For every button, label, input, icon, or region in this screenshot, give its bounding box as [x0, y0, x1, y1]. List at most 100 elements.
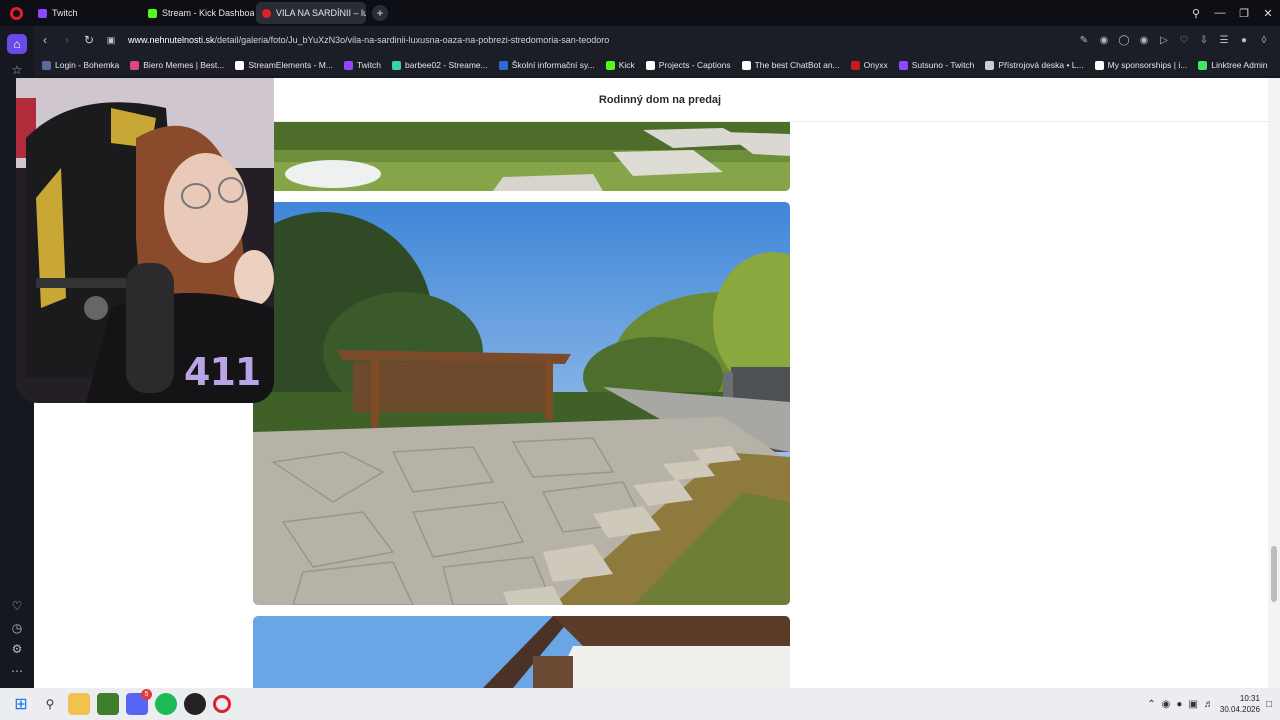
maximize-button[interactable]: ❐ — [1232, 7, 1256, 20]
share-icon[interactable]: ✎ — [1074, 35, 1094, 46]
windows-start-icon[interactable]: ⊞ — [10, 693, 32, 715]
profile-icon[interactable]: ● — [1234, 35, 1254, 46]
lock-icon[interactable]: ▣ — [100, 35, 122, 46]
forward-icon[interactable]: › — [56, 33, 78, 47]
system-tray: ⌃ ◉ ● ▣ ♬ 10:31 30.04.2026 □ — [1147, 688, 1272, 720]
bookmark-item[interactable]: My sponsorships | i... — [1094, 60, 1187, 70]
clock-date: 30.04.2026 — [1219, 705, 1260, 714]
bookmark-icon — [1198, 60, 1208, 70]
chevron-up-icon[interactable]: ⌃ — [1147, 699, 1155, 710]
settings-gear-icon[interactable]: ⚙ — [7, 639, 27, 659]
bookmark-item[interactable]: Přístrojová deska • L... — [985, 60, 1084, 70]
volume-icon[interactable]: ♬ — [1204, 699, 1214, 710]
bookmarks-bar: Login - Bohemka Biero Memes | Best... St… — [34, 54, 1280, 76]
heart-icon[interactable]: ♡ — [7, 596, 27, 616]
streamer-webcam: 411 — [16, 78, 274, 403]
camera-icon[interactable]: ◉ — [1094, 35, 1114, 46]
close-button[interactable]: ✕ — [1256, 7, 1280, 20]
file-explorer-icon[interactable] — [68, 693, 90, 715]
tab-vila-na-sardinii[interactable]: VILA NA SARDÍNII – luxu... — [256, 2, 366, 24]
bookmark-item[interactable]: Linktree Admin — [1198, 60, 1268, 70]
easy-setup-icon[interactable]: ☰ — [1214, 35, 1234, 46]
favorites-heart-icon[interactable]: ♡ — [1174, 35, 1194, 46]
url-path: /detail/galeria/foto/Ju_bYuXzN3o/vila-na… — [214, 35, 610, 45]
bookmark-icon — [605, 60, 615, 70]
bookmark-item[interactable]: Biero Memes | Best... — [130, 60, 224, 70]
minimize-button[interactable]: — — [1208, 7, 1232, 19]
bookmark-icon — [985, 60, 995, 70]
tab-bar: Twitch Stream - Kick Dashboard VILA NA S… — [0, 0, 1280, 26]
obs-icon[interactable] — [184, 693, 206, 715]
twitch-icon — [38, 8, 47, 18]
new-tab-button[interactable]: + — [372, 5, 388, 21]
tab-kick-dashboard[interactable]: Stream - Kick Dashboard — [142, 2, 254, 24]
bookmark-icon — [392, 60, 402, 70]
bookmark-icon — [42, 60, 51, 70]
windows-taskbar: ⊞ ⚲ 5 ⌃ ◉ ● ▣ ♬ 10:31 30.04.2026 □ — [0, 688, 1280, 720]
bookmark-icon — [898, 60, 908, 70]
tab-label: Twitch — [52, 8, 78, 18]
tab-label: Stream - Kick Dashboard — [162, 8, 254, 18]
tab-twitch[interactable]: Twitch — [32, 2, 140, 24]
bookmark-item[interactable]: Twitch — [343, 60, 381, 70]
gallery-photo-villa-carport[interactable] — [253, 202, 790, 605]
bookmark-item[interactable]: StreamElements - M... — [235, 60, 333, 70]
scroll-thumb[interactable] — [1271, 546, 1277, 602]
search-tabs-icon[interactable]: ⚲ — [1184, 7, 1208, 20]
url-host: www.nehnutelnosti.sk — [128, 35, 215, 45]
bookmark-icon — [498, 60, 508, 70]
address-bar: ‹ › ↻ ▣ www.nehnutelnosti.sk/detail/gale… — [34, 26, 1280, 54]
bookmark-item[interactable]: Sutsuno - Twitch — [898, 60, 974, 70]
kick-icon — [148, 8, 157, 18]
bookmark-item[interactable]: Kick — [605, 60, 635, 70]
play-icon[interactable]: ▷ — [1154, 35, 1174, 46]
clock-time: 10:31 — [1239, 694, 1260, 703]
bookmark-icon — [645, 60, 655, 70]
bookmark-icon — [850, 60, 860, 70]
extensions-icon[interactable]: ◊ — [1254, 35, 1274, 46]
vpn-icon[interactable]: ◉ — [1134, 35, 1154, 46]
back-icon[interactable]: ‹ — [34, 33, 56, 47]
download-icon[interactable]: ⇩ — [1194, 35, 1214, 46]
steam-icon[interactable]: ◉ — [1162, 699, 1171, 710]
gallery-photo[interactable] — [253, 616, 790, 688]
webcam-overlay-number: 411 — [184, 350, 261, 394]
bookmark-icon — [235, 60, 245, 70]
clock[interactable]: 10:31 30.04.2026 — [1220, 693, 1260, 715]
bookmark-item[interactable]: The best ChatBot an... — [741, 60, 840, 70]
reload-icon[interactable]: ↻ — [78, 33, 100, 47]
tab-label: VILA NA SARDÍNII – luxu... — [276, 8, 366, 18]
window-controls: ⚲ — ❐ ✕ — [1184, 0, 1280, 26]
gallery-photo[interactable] — [253, 122, 790, 191]
more-icon[interactable]: ⋯ — [7, 661, 27, 681]
address-bar-tools: ✎ ◉ ◯ ◉ ▷ ♡ ⇩ ☰ ● ◊ — [1074, 26, 1274, 54]
bookmark-item[interactable]: barbee02 - Streame... — [392, 60, 488, 70]
bookmark-icon — [1094, 60, 1104, 70]
bookmark-icon — [343, 60, 353, 70]
site-favicon-icon — [262, 8, 271, 18]
discord-icon[interactable]: 5 — [126, 689, 152, 715]
minecraft-icon[interactable] — [97, 693, 119, 715]
page-scrollbar[interactable] — [1268, 78, 1280, 688]
bookmark-item[interactable]: Login - Bohemka — [42, 60, 119, 70]
url-field[interactable]: www.nehnutelnosti.sk/detail/galeria/foto… — [128, 35, 609, 45]
adblock-icon[interactable]: ◯ — [1114, 35, 1134, 46]
opera-menu-icon[interactable] — [0, 0, 32, 26]
browser-window: Twitch Stream - Kick Dashboard VILA NA S… — [0, 0, 1280, 720]
bookmark-item[interactable]: Onyxx — [850, 60, 888, 70]
bookmark-icon — [741, 60, 751, 70]
search-icon[interactable]: ⚲ — [39, 693, 61, 715]
opera-taskbar-icon[interactable] — [213, 695, 231, 713]
notifications-icon[interactable]: □ — [1266, 699, 1272, 710]
page-title: Rodinný dom na predaj — [598, 93, 722, 106]
bookmark-item[interactable]: Projects - Captions — [645, 60, 731, 70]
spotify-icon[interactable] — [155, 693, 177, 715]
history-icon[interactable]: ◷ — [7, 618, 27, 638]
star-icon[interactable]: ☆ — [7, 60, 27, 80]
display-icon[interactable]: ▣ — [1188, 699, 1197, 710]
bookmark-item[interactable]: Školní informační sy... — [498, 60, 595, 70]
bookmark-icon — [130, 60, 140, 70]
microphone-icon[interactable]: ● — [1176, 699, 1182, 710]
notification-badge: 5 — [141, 689, 152, 700]
home-icon[interactable]: ⌂ — [7, 34, 27, 54]
